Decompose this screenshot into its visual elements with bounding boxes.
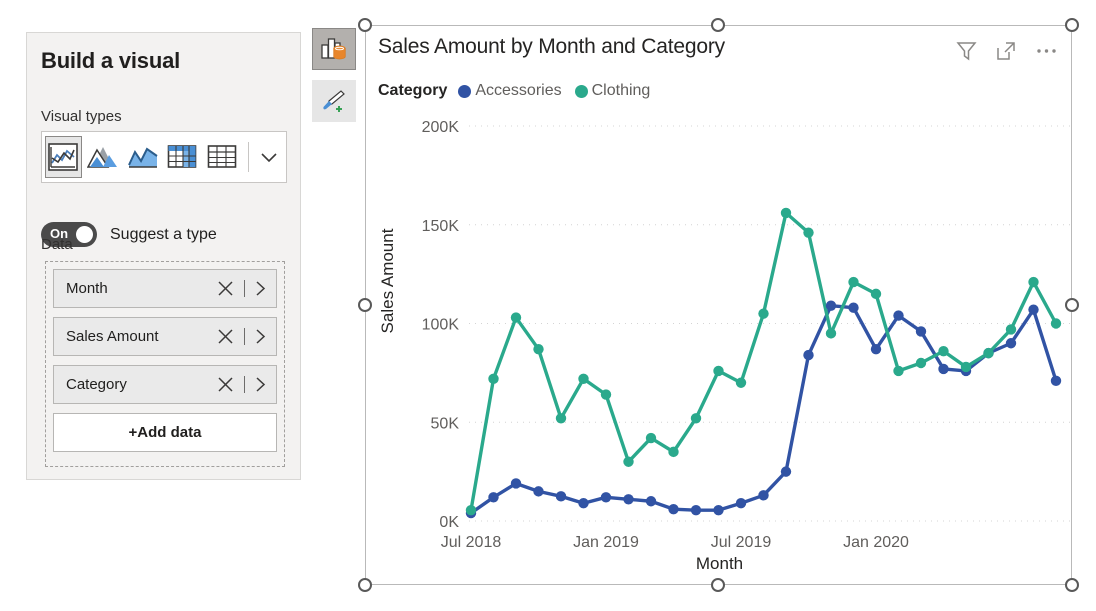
field-pill-category[interactable]: Category bbox=[53, 365, 277, 404]
svg-text:Jan 2020: Jan 2020 bbox=[843, 534, 909, 551]
visual-types-label: Visual types bbox=[41, 108, 122, 125]
resize-handle-top-right[interactable] bbox=[1065, 18, 1079, 32]
more-visual-types-button[interactable] bbox=[251, 136, 286, 178]
format-visual-button[interactable] bbox=[312, 80, 356, 122]
resize-handle-bottom-center[interactable] bbox=[711, 578, 725, 592]
data-label: Data bbox=[41, 236, 73, 253]
y-axis-title: Sales Amount bbox=[378, 228, 397, 334]
svg-text:0K: 0K bbox=[439, 514, 459, 531]
field-options-icon[interactable] bbox=[254, 376, 267, 393]
visual-container[interactable]: Sales Amount by Month and Category Categ… bbox=[365, 25, 1072, 585]
toggle-knob bbox=[76, 226, 93, 243]
plot-area: 0K 50K 100K 150K 200K Jul 2018 Jan 2019 Jul 201… bbox=[366, 26, 1073, 586]
pill-divider bbox=[244, 328, 245, 345]
field-name: Sales Amount bbox=[66, 328, 159, 345]
resize-handle-middle-left[interactable] bbox=[358, 298, 372, 312]
area-chart-icon bbox=[87, 147, 118, 168]
field-options-icon[interactable] bbox=[254, 328, 267, 345]
line-area-chart-icon bbox=[127, 147, 158, 168]
svg-text:150K: 150K bbox=[422, 218, 460, 235]
visual-type-matrix[interactable] bbox=[164, 136, 201, 178]
svg-text:50K: 50K bbox=[431, 415, 460, 432]
chevron-right-icon bbox=[256, 281, 266, 296]
close-icon bbox=[218, 377, 233, 392]
field-pill-sales-amount[interactable]: Sales Amount bbox=[53, 317, 277, 356]
matrix-icon bbox=[168, 145, 197, 168]
field-options-icon[interactable] bbox=[254, 280, 267, 297]
panel-title: Build a visual bbox=[41, 48, 181, 73]
line-chart-svg: 0K 50K 100K 150K 200K Jul 2018 Jan 2019 Jul 201… bbox=[422, 119, 1070, 551]
build-a-visual-panel: Build a visual Visual types On Suggest a… bbox=[26, 32, 301, 480]
close-icon bbox=[218, 281, 233, 296]
pill-divider bbox=[244, 280, 245, 297]
visual-type-line-and-area-chart[interactable] bbox=[124, 136, 161, 178]
chevron-right-icon bbox=[256, 377, 266, 392]
svg-text:100K: 100K bbox=[422, 317, 460, 334]
paintbrush-icon bbox=[323, 90, 345, 112]
visual-type-line-chart[interactable] bbox=[45, 136, 82, 178]
svg-text:Jan 2019: Jan 2019 bbox=[573, 534, 639, 551]
remove-field-icon[interactable] bbox=[216, 327, 235, 346]
line-chart-icon bbox=[48, 143, 79, 171]
svg-text:Jul 2018: Jul 2018 bbox=[441, 534, 502, 551]
resize-handle-top-center[interactable] bbox=[711, 18, 725, 32]
build-visual-icon bbox=[321, 38, 346, 60]
add-data-button[interactable]: +Add data bbox=[53, 413, 277, 452]
visual-types-divider bbox=[248, 142, 250, 172]
svg-text:Jul 2019: Jul 2019 bbox=[711, 534, 772, 551]
chevron-right-icon bbox=[256, 329, 266, 344]
svg-text:200K: 200K bbox=[422, 119, 460, 136]
build-visual-button[interactable] bbox=[312, 28, 356, 70]
suggest-a-type-label: Suggest a type bbox=[110, 225, 217, 243]
resize-handle-middle-right[interactable] bbox=[1065, 298, 1079, 312]
resize-handle-top-left[interactable] bbox=[358, 18, 372, 32]
visual-pane-toolbar bbox=[312, 28, 356, 122]
data-fields-well: Month Sales Amount Category +Add data bbox=[45, 261, 285, 467]
field-pill-month[interactable]: Month bbox=[53, 269, 277, 308]
x-axis-title: Month bbox=[695, 554, 744, 573]
chevron-down-icon bbox=[261, 153, 277, 163]
pill-divider bbox=[244, 376, 245, 393]
visual-type-area-chart[interactable] bbox=[85, 136, 122, 178]
table-icon bbox=[207, 145, 237, 168]
remove-field-icon[interactable] bbox=[216, 375, 235, 394]
field-name: Category bbox=[66, 376, 127, 393]
field-name: Month bbox=[66, 280, 108, 297]
visual-types-strip bbox=[41, 131, 287, 183]
remove-field-icon[interactable] bbox=[216, 279, 235, 298]
resize-handle-bottom-right[interactable] bbox=[1065, 578, 1079, 592]
close-icon bbox=[218, 329, 233, 344]
visual-type-table[interactable] bbox=[204, 136, 241, 178]
resize-handle-bottom-left[interactable] bbox=[358, 578, 372, 592]
